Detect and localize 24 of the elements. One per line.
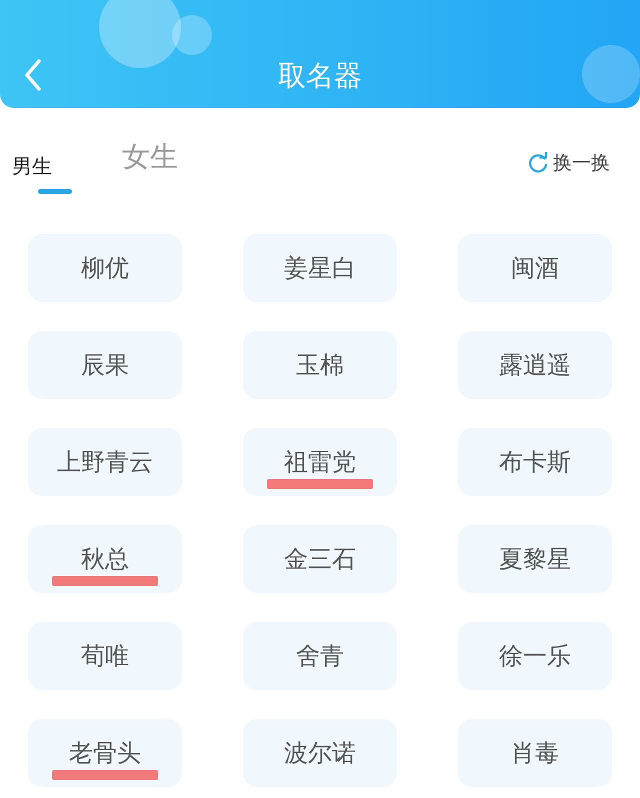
gender-tab[interactable]: 男生 (12, 132, 72, 194)
name-option[interactable]: 祖雷党 (243, 428, 397, 496)
name-option[interactable]: 辰果 (28, 331, 182, 399)
back-button[interactable] (22, 58, 44, 92)
name-option[interactable]: 秋总 (28, 525, 182, 593)
back-icon (22, 58, 44, 92)
name-option[interactable]: 舍青 (243, 622, 397, 690)
name-option[interactable]: 波尔诺 (243, 719, 397, 787)
name-option[interactable]: 布卡斯 (458, 428, 612, 496)
name-option[interactable]: 玉棉 (243, 331, 397, 399)
name-option[interactable]: 闽酒 (458, 234, 612, 302)
name-option[interactable]: 徐一乐 (458, 622, 612, 690)
name-option[interactable]: 上野青云 (28, 428, 182, 496)
refresh-button[interactable]: 换一换 (527, 150, 610, 176)
name-option[interactable]: 姜星白 (243, 234, 397, 302)
name-option[interactable]: 肖毒 (458, 719, 612, 787)
name-option[interactable]: 柳优 (28, 234, 182, 302)
name-option[interactable]: 荀唯 (28, 622, 182, 690)
name-option[interactable]: 老骨头 (28, 719, 182, 787)
name-option[interactable]: 露逍遥 (458, 331, 612, 399)
name-option[interactable]: 金三石 (243, 525, 397, 593)
name-option[interactable]: 夏黎星 (458, 525, 612, 593)
page-title: 取名器 (278, 58, 362, 94)
refresh-icon (527, 152, 549, 174)
